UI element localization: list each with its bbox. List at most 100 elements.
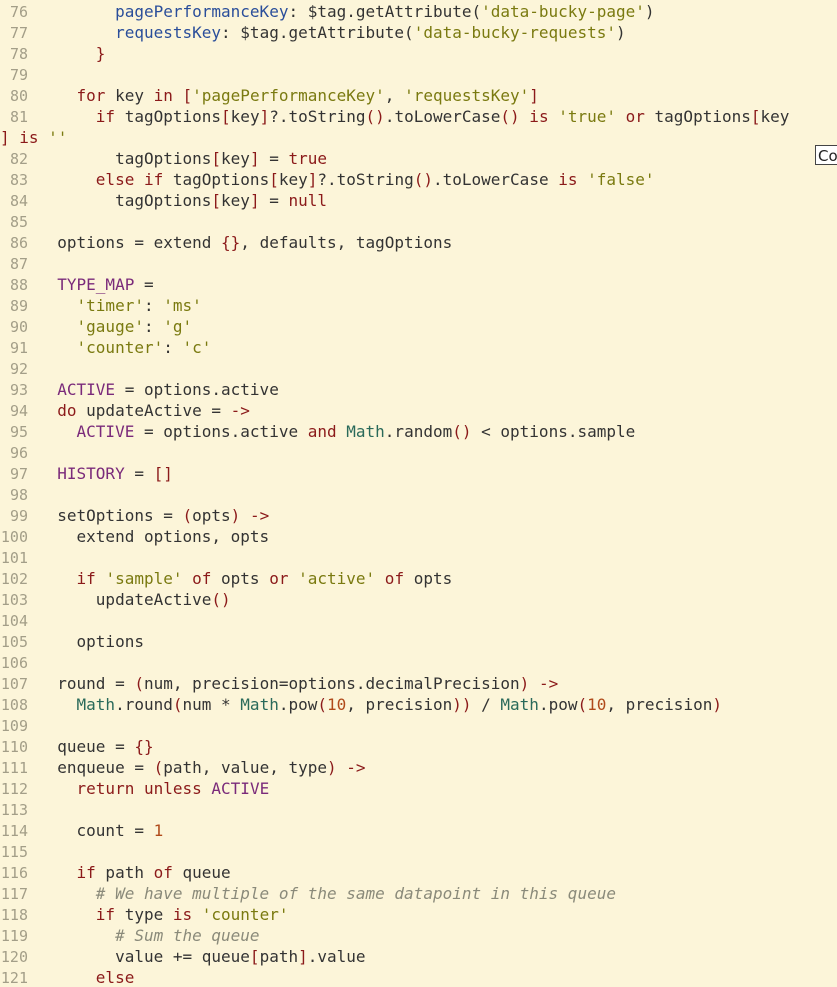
code-line[interactable]: 108 Math.round(num * Math.pow(10, precis… (0, 694, 837, 715)
code-text: if path of queue (38, 863, 231, 882)
code-line[interactable]: 77 requestsKey: $tag.getAttribute('data-… (0, 22, 837, 43)
code-token: .value (307, 947, 366, 966)
code-line[interactable]: 91 'counter': 'c' (0, 337, 837, 358)
code-line-wrap[interactable]: ] is '' (0, 127, 837, 148)
code-token: 'data-bucky-page' (481, 2, 645, 21)
code-token: is (172, 905, 193, 924)
code-line[interactable]: 101 (0, 547, 837, 568)
code-line[interactable]: 107 round = (num, precision=options.deci… (0, 673, 837, 694)
code-token: , (384, 86, 405, 105)
code-token: .round (115, 695, 173, 714)
code-token: Math (240, 695, 279, 714)
code-token: , precision (346, 695, 453, 714)
code-text: # Sum the queue (38, 926, 260, 945)
code-line[interactable]: 119 # Sum the queue (0, 925, 837, 946)
code-token: opts (413, 569, 453, 588)
code-token: = (259, 191, 289, 210)
code-line[interactable]: 81 if tagOptions[key]?.toString().toLowe… (0, 106, 837, 127)
code-token: pagePerformanceKey (115, 2, 289, 21)
code-token: -> (346, 758, 366, 777)
code-line[interactable]: 93 ACTIVE = options.active (0, 379, 837, 400)
line-number: 90 (9, 318, 28, 336)
code-line[interactable]: 90 'gauge': 'g' (0, 316, 837, 337)
code-token: Math (76, 695, 116, 714)
code-line[interactable]: 111 enqueue = (path, value, type) -> (0, 757, 837, 778)
code-line[interactable]: 113 (0, 799, 837, 820)
code-token: .pow (278, 695, 318, 714)
code-line[interactable]: 120 value += queue[path].value (0, 946, 837, 967)
line-number: 105 (0, 633, 28, 651)
code-line[interactable]: 121 else (0, 967, 837, 987)
code-line[interactable]: 99 setOptions = (opts) -> (0, 505, 837, 526)
code-line[interactable]: 114 count = 1 (0, 820, 837, 841)
code-line[interactable]: 85 (0, 211, 837, 232)
code-line[interactable]: 83 else if tagOptions[key]?.toString().t… (0, 169, 837, 190)
code-line[interactable]: 92 (0, 358, 837, 379)
code-line[interactable]: 98 (0, 484, 837, 505)
code-line[interactable]: 106 (0, 652, 837, 673)
code-token: TYPE_MAP (57, 275, 135, 294)
code-line[interactable]: 118 if type is 'counter' (0, 904, 837, 925)
code-token: value += queue (115, 947, 250, 966)
code-line[interactable]: 105 options (0, 631, 837, 652)
code-editor[interactable]: 76 pagePerformanceKey: $tag.getAttribute… (0, 0, 837, 987)
code-line[interactable]: 97 HISTORY = [] (0, 463, 837, 484)
tooltip-label: Co (818, 147, 837, 165)
code-token: ( (182, 506, 193, 525)
code-text: else if tagOptions[key]?.toString().toLo… (38, 170, 655, 189)
code-line[interactable]: 112 return unless ACTIVE (0, 778, 837, 799)
code-token: () (211, 590, 231, 609)
code-token: [ (172, 86, 193, 105)
code-token: [ (221, 107, 231, 126)
code-line[interactable]: 76 pagePerformanceKey: $tag.getAttribute… (0, 1, 837, 22)
code-line[interactable]: 102 if 'sample' of opts or 'active' of o… (0, 568, 837, 589)
code-line[interactable]: 94 do updateActive = -> (0, 400, 837, 421)
code-token: HISTORY (57, 464, 125, 483)
code-line[interactable]: 109 (0, 715, 837, 736)
code-line[interactable]: 78 } (0, 43, 837, 64)
code-token: of (153, 863, 173, 882)
code-line[interactable]: 87 (0, 253, 837, 274)
code-token: ) (327, 758, 337, 777)
code-line[interactable]: 84 tagOptions[key] = null (0, 190, 837, 211)
code-line[interactable]: 79 (0, 64, 837, 85)
code-line[interactable]: 100 extend options, opts (0, 526, 837, 547)
code-line[interactable]: 116 if path of queue (0, 862, 837, 883)
code-line[interactable]: 80 for key in ['pagePerformanceKey', 're… (0, 85, 837, 106)
code-line[interactable]: 110 queue = {} (0, 736, 837, 757)
code-token: if (95, 107, 116, 126)
code-token: < options.sample (471, 422, 636, 441)
code-token: () (413, 170, 433, 189)
code-token: ) (615, 23, 626, 42)
code-line[interactable]: 117 # We have multiple of the same datap… (0, 883, 837, 904)
code-token: [ (211, 191, 222, 210)
code-token: -> (230, 401, 250, 420)
line-number: 101 (0, 549, 28, 567)
code-line[interactable]: 96 (0, 442, 837, 463)
code-line[interactable]: 88 TYPE_MAP = (0, 274, 837, 295)
code-line[interactable]: 103 updateActive() (0, 589, 837, 610)
code-line[interactable]: 86 options = extend {}, defaults, tagOpt… (0, 232, 837, 253)
code-line[interactable]: 115 (0, 841, 837, 862)
code-token: -> (538, 674, 559, 693)
code-line[interactable]: 104 (0, 610, 837, 631)
code-line[interactable]: 82 tagOptions[key] = true (0, 148, 837, 169)
code-text: HISTORY = [] (38, 464, 173, 483)
autocomplete-tooltip[interactable]: Co (815, 145, 837, 165)
code-token: setOptions = (57, 506, 183, 525)
code-token: 'active' (298, 569, 376, 588)
code-line[interactable]: 89 'timer': 'ms' (0, 295, 837, 316)
code-line[interactable]: 95 ACTIVE = options.active and Math.rand… (0, 421, 837, 442)
